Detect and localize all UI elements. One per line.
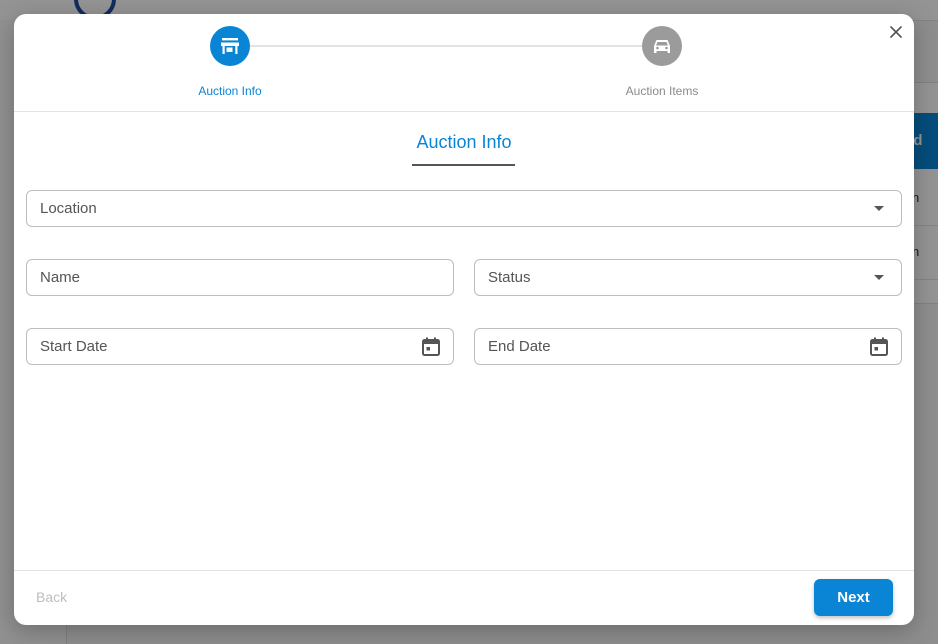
step-label-auction-items: Auction Items — [625, 84, 699, 98]
name-placeholder: Name — [40, 269, 81, 286]
start-date-placeholder: Start Date — [40, 338, 108, 355]
name-input[interactable]: Name — [26, 259, 454, 296]
store-icon — [221, 38, 239, 54]
status-dropdown-toggle[interactable] — [857, 260, 901, 295]
end-date-picker-button[interactable] — [857, 329, 901, 364]
step-auction-items[interactable] — [642, 26, 682, 66]
end-date-placeholder: End Date — [488, 338, 551, 355]
step-label-auction-info: Auction Info — [198, 84, 262, 98]
car-icon — [654, 40, 670, 53]
end-date-input[interactable]: End Date — [474, 328, 902, 365]
dialog-footer: Back Next — [14, 570, 914, 625]
calendar-icon — [422, 337, 440, 356]
start-date-picker-button[interactable] — [409, 329, 453, 364]
stepper-connector — [230, 45, 662, 47]
caret-down-icon — [874, 206, 884, 211]
step-auction-info[interactable] — [210, 26, 250, 66]
status-select[interactable]: Status — [474, 259, 902, 296]
calendar-icon — [870, 337, 888, 356]
section-title: Auction Info — [416, 132, 512, 152]
start-date-input[interactable]: Start Date — [26, 328, 454, 365]
caret-down-icon — [874, 275, 884, 280]
back-button[interactable]: Back — [36, 589, 67, 605]
location-placeholder: Location — [40, 200, 97, 217]
stepper: Auction Info Auction Items — [14, 14, 914, 112]
status-placeholder: Status — [488, 269, 531, 286]
location-dropdown-toggle[interactable] — [857, 191, 901, 226]
section-title-underline — [412, 164, 515, 166]
auction-dialog: Auction Info Auction Items Auction Info … — [14, 14, 914, 625]
next-button[interactable]: Next — [814, 579, 893, 616]
location-select[interactable]: Location — [26, 190, 902, 227]
